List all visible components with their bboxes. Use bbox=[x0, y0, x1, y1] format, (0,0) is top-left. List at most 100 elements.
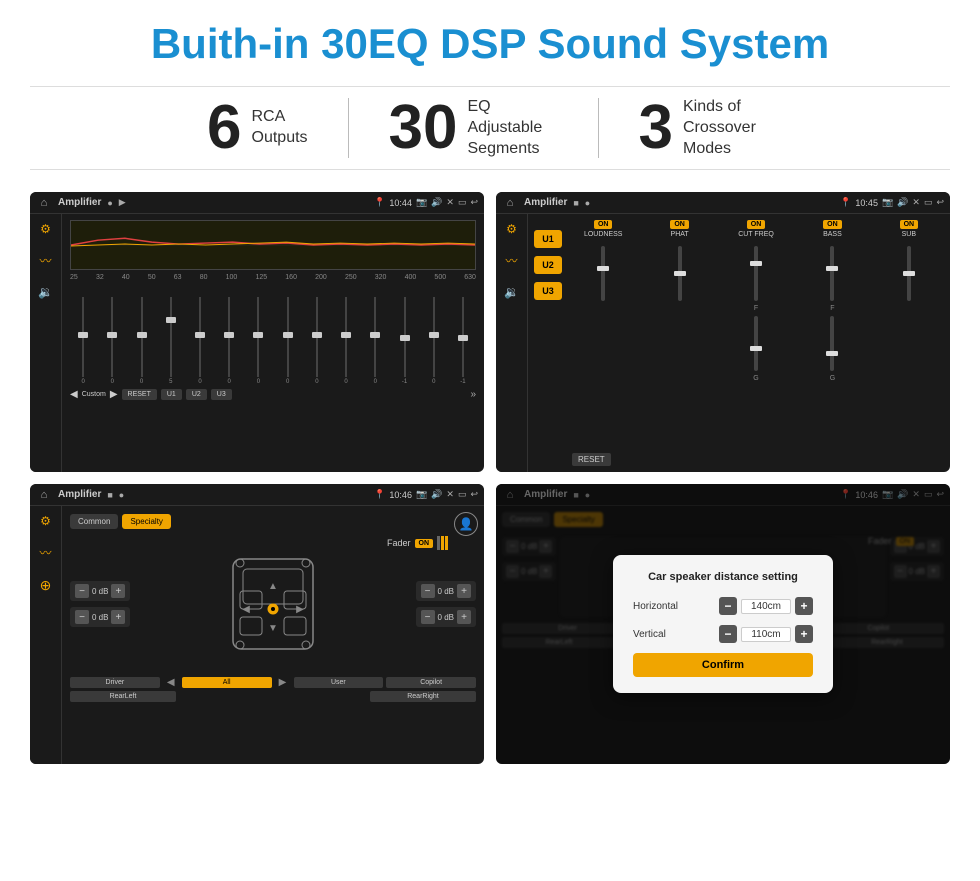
crossover-u2-button[interactable]: U2 bbox=[534, 256, 562, 274]
fader-rearright-button[interactable]: RearRight bbox=[370, 691, 476, 702]
fader-profile-icon[interactable]: 👤 bbox=[454, 512, 478, 536]
sub-slider[interactable] bbox=[874, 242, 944, 445]
phat-on-badge[interactable]: ON bbox=[670, 220, 689, 229]
stat-eq-number: 30 bbox=[389, 97, 458, 159]
fader-tab-common[interactable]: Common bbox=[70, 514, 118, 529]
eq-slider-12[interactable]: -1 bbox=[391, 297, 417, 385]
fader-on-toggle[interactable]: ON bbox=[415, 539, 434, 548]
fader-driver-button[interactable]: Driver bbox=[70, 677, 160, 688]
fader-speaker-icon[interactable]: ⊕ bbox=[40, 577, 52, 594]
modal-horizontal-row: Horizontal − 140cm + bbox=[633, 597, 813, 615]
fader-left-top-inc[interactable]: + bbox=[111, 584, 125, 598]
eq-slider-2[interactable]: 0 bbox=[99, 297, 125, 385]
fader-close-icon[interactable]: ✕ bbox=[446, 489, 454, 500]
fader-right-top-vol: − 0 dB + bbox=[416, 581, 476, 601]
modal-horizontal-inc[interactable]: + bbox=[795, 597, 813, 615]
eq-u3-button[interactable]: U3 bbox=[211, 389, 232, 400]
eq-slider-13[interactable]: 0 bbox=[421, 297, 447, 385]
eq-custom-label: Custom bbox=[82, 391, 106, 398]
loudness-on-badge[interactable]: ON bbox=[594, 220, 613, 229]
fader-wave-icon[interactable]: 〰 bbox=[39, 544, 51, 561]
eq-slider-1[interactable]: 0 bbox=[70, 297, 96, 385]
crossover-u1-button[interactable]: U1 bbox=[534, 230, 562, 248]
eq-slider-6[interactable]: 0 bbox=[216, 297, 242, 385]
crossover-filter-icon[interactable]: ⚙ bbox=[506, 222, 517, 236]
stat-rca-desc: RCA Outputs bbox=[252, 107, 308, 149]
back-icon[interactable]: ↩ bbox=[470, 197, 478, 208]
fader-controls-row: − 0 dB + − 0 dB + bbox=[70, 539, 476, 669]
crossover-sidebar: ⚙ 〰 🔉 bbox=[496, 214, 528, 472]
eq-title: Amplifier bbox=[58, 197, 101, 208]
fader-back-icon[interactable]: ↩ bbox=[470, 489, 478, 500]
crossover-home-icon[interactable]: ⌂ bbox=[502, 195, 518, 211]
crossover-speaker-icon[interactable]: 🔉 bbox=[504, 285, 519, 299]
stat-eq-desc: EQ Adjustable Segments bbox=[468, 97, 558, 159]
eq-slider-10[interactable]: 0 bbox=[333, 297, 359, 385]
eq-slider-11[interactable]: 0 bbox=[362, 297, 388, 385]
eq-filter-icon[interactable]: ⚙ bbox=[40, 222, 51, 236]
fader-window-icon: ▭ bbox=[458, 489, 467, 500]
modal-vertical-stepper: − 110cm + bbox=[719, 625, 813, 643]
fader-right-top-dec[interactable]: − bbox=[421, 584, 435, 598]
eq-slider-14[interactable]: -1 bbox=[450, 297, 476, 385]
crossover-time: 10:45 bbox=[855, 198, 878, 208]
fader-left-bottom-inc[interactable]: + bbox=[111, 610, 125, 624]
eq-slider-5[interactable]: 0 bbox=[187, 297, 213, 385]
crossover-content: ⚙ 〰 🔉 U1 U2 U3 bbox=[496, 214, 950, 472]
eq-reset-button[interactable]: RESET bbox=[122, 389, 157, 400]
modal-horizontal-dec[interactable]: − bbox=[719, 597, 737, 615]
fader-home-icon[interactable]: ⌂ bbox=[36, 487, 52, 503]
eq-speaker-icon[interactable]: 🔉 bbox=[38, 285, 53, 299]
fader-tab-specialty[interactable]: Specialty bbox=[122, 514, 170, 529]
crossover-back-icon[interactable]: ↩ bbox=[936, 197, 944, 208]
crossover-wave-icon[interactable]: 〰 bbox=[505, 252, 517, 269]
loudness-slider[interactable] bbox=[568, 242, 638, 445]
cutfreq-slider[interactable]: F G bbox=[721, 242, 791, 445]
close-icon[interactable]: ✕ bbox=[446, 197, 454, 208]
crossover-u3-button[interactable]: U3 bbox=[534, 282, 562, 300]
eq-u2-button[interactable]: U2 bbox=[186, 389, 207, 400]
eq-expand-icon[interactable]: » bbox=[470, 389, 476, 400]
cutfreq-on-badge[interactable]: ON bbox=[747, 220, 766, 229]
sub-on-badge[interactable]: ON bbox=[900, 220, 919, 229]
crossover-title: Amplifier bbox=[524, 197, 567, 208]
home-icon[interactable]: ⌂ bbox=[36, 195, 52, 211]
crossover-location-icon: 📍 bbox=[840, 197, 851, 208]
bass-slider[interactable]: F G bbox=[797, 242, 867, 445]
eq-slider-7[interactable]: 0 bbox=[245, 297, 271, 385]
fader-right-top-inc[interactable]: + bbox=[457, 584, 471, 598]
fader-copilot-button[interactable]: Copilot bbox=[386, 677, 476, 688]
modal-vertical-dec[interactable]: − bbox=[719, 625, 737, 643]
crossover-on-badges: ON LOUDNESS ON PHAT ON CUT FREQ bbox=[568, 220, 944, 238]
modal-vertical-inc[interactable]: + bbox=[795, 625, 813, 643]
stat-crossover-number: 3 bbox=[639, 97, 673, 159]
bass-on-badge[interactable]: ON bbox=[823, 220, 842, 229]
eq-u1-button[interactable]: U1 bbox=[161, 389, 182, 400]
fader-on-row: Fader ON bbox=[387, 536, 448, 550]
crossover-reset-button[interactable]: RESET bbox=[572, 453, 611, 466]
eq-slider-4[interactable]: 5 bbox=[158, 297, 184, 385]
eq-slider-3[interactable]: 0 bbox=[128, 297, 154, 385]
fader-filter-icon[interactable]: ⚙ bbox=[40, 514, 51, 528]
phat-slider[interactable] bbox=[644, 242, 714, 445]
crossover-close-icon[interactable]: ✕ bbox=[912, 197, 920, 208]
eq-next-button[interactable]: ▶ bbox=[110, 389, 118, 400]
fader-left-bottom-dec[interactable]: − bbox=[75, 610, 89, 624]
stat-crossover-desc: Kinds of Crossover Modes bbox=[683, 97, 773, 159]
modal-vertical-label: Vertical bbox=[633, 629, 693, 640]
confirm-button[interactable]: Confirm bbox=[633, 653, 813, 677]
fader-left-top-dec[interactable]: − bbox=[75, 584, 89, 598]
eq-slider-8[interactable]: 0 bbox=[275, 297, 301, 385]
eq-prev-button[interactable]: ◀ bbox=[70, 389, 78, 400]
fader-all-button[interactable]: All bbox=[182, 677, 272, 688]
eq-slider-9[interactable]: 0 bbox=[304, 297, 330, 385]
fader-user-button[interactable]: User bbox=[294, 677, 384, 688]
eq-curve-display bbox=[70, 220, 476, 270]
car-diagram-container: ▲ ▼ ◀ ▶ bbox=[136, 539, 409, 669]
fader-right-bottom-inc[interactable]: + bbox=[457, 610, 471, 624]
fader-rearleft-button[interactable]: RearLeft bbox=[70, 691, 176, 702]
page-wrapper: Buith-in 30EQ DSP Sound System 6 RCA Out… bbox=[0, 0, 980, 784]
modal-horizontal-stepper: − 140cm + bbox=[719, 597, 813, 615]
eq-wave-icon[interactable]: 〰 bbox=[39, 252, 51, 269]
fader-right-bottom-dec[interactable]: − bbox=[421, 610, 435, 624]
